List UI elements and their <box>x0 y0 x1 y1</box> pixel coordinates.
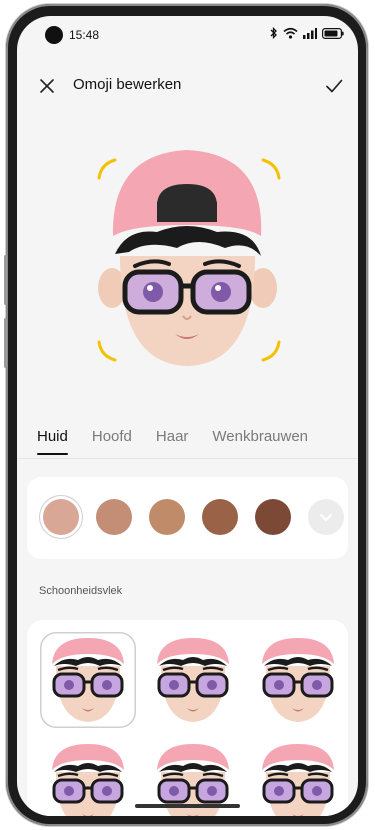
camera-cutout <box>45 26 63 44</box>
bluetooth-icon <box>270 27 277 39</box>
tab-huid[interactable]: Huid <box>37 428 68 455</box>
close-icon[interactable] <box>37 76 57 96</box>
check-icon[interactable] <box>324 76 344 96</box>
beauty-mark-presets <box>27 620 348 816</box>
category-tabs: Huid Hoofd Haar Wenkbrauwen <box>37 428 308 455</box>
power-button <box>4 318 7 368</box>
avatar-preview[interactable] <box>17 136 358 396</box>
skin-swatch[interactable] <box>255 499 291 535</box>
preset-avatar-thumbnail <box>157 638 229 722</box>
skin-swatch[interactable] <box>96 499 132 535</box>
preset-option[interactable] <box>40 738 136 816</box>
section-label: Schoonheidsvlek <box>39 585 123 597</box>
skin-color-picker <box>27 477 348 559</box>
status-icons <box>270 27 344 39</box>
preset-option[interactable] <box>250 632 346 728</box>
volume-button <box>4 255 7 305</box>
battery-icon <box>322 27 344 39</box>
preset-option[interactable] <box>250 738 346 816</box>
skin-swatch[interactable] <box>43 499 79 535</box>
skin-swatch[interactable] <box>202 499 238 535</box>
preset-avatar-thumbnail <box>52 638 124 722</box>
page-title: Omoji bewerken <box>73 76 182 93</box>
tab-wenkbrauwen[interactable]: Wenkbrauwen <box>212 428 308 445</box>
home-indicator[interactable] <box>135 804 240 808</box>
wifi-icon <box>283 27 298 39</box>
chevron-down-icon <box>320 514 332 521</box>
screen: 15:48 Omoji bewerken Huid Hoofd Haar Wen… <box>17 16 358 816</box>
preset-avatar-thumbnail <box>262 744 334 816</box>
tabs-fade <box>318 420 358 450</box>
more-colors-button[interactable] <box>308 499 344 535</box>
preset-option[interactable] <box>40 632 136 728</box>
skin-swatch[interactable] <box>149 499 185 535</box>
preset-option[interactable] <box>145 632 241 728</box>
preset-avatar-thumbnail <box>262 638 334 722</box>
status-bar: 15:48 <box>17 16 358 54</box>
header: Omoji bewerken <box>17 70 358 110</box>
omoji-avatar <box>97 150 281 366</box>
tab-haar[interactable]: Haar <box>156 428 189 445</box>
status-time: 15:48 <box>69 28 100 42</box>
tabs-divider <box>17 458 358 459</box>
tab-hoofd[interactable]: Hoofd <box>92 428 132 445</box>
signal-icon <box>303 27 317 39</box>
preset-avatar-thumbnail <box>52 744 124 816</box>
